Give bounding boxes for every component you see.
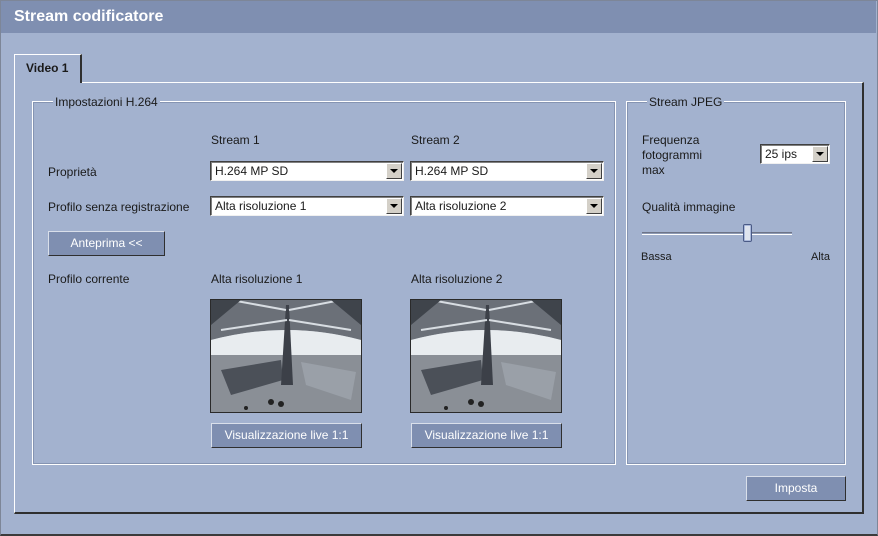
stream-1-profile-select[interactable]: Alta risoluzione 1 [210, 196, 404, 216]
quality-low-label: Bassa [641, 251, 672, 263]
chevron-down-icon[interactable] [386, 163, 402, 179]
tab-video-1[interactable]: Video 1 [14, 54, 82, 83]
stream-2-current-profile: Alta risoluzione 2 [411, 272, 503, 286]
stream-2-property-select[interactable]: H.264 MP SD [410, 161, 604, 181]
stream-2-live-view-button[interactable]: Visualizzazione live 1:1 [411, 423, 562, 448]
quality-high-label: Alta [811, 251, 830, 263]
frame-rate-label: Frequenza fotogrammi max [642, 133, 703, 177]
chevron-down-icon[interactable] [586, 163, 602, 179]
chevron-down-icon[interactable] [586, 198, 602, 214]
stream-2-profile-select[interactable]: Alta risoluzione 2 [410, 196, 604, 216]
stream-1-profile-value: Alta risoluzione 1 [215, 199, 307, 213]
preview-button[interactable]: Anteprima << [48, 231, 165, 256]
frame-rate-value: 25 ips [765, 147, 798, 161]
chevron-down-icon[interactable] [812, 146, 828, 162]
image-quality-slider-track[interactable] [642, 232, 792, 235]
page-title: Stream codificatore [1, 1, 876, 33]
stream-1-property-select[interactable]: H.264 MP SD [210, 161, 404, 181]
stream-1-live-view-button[interactable]: Visualizzazione live 1:1 [211, 423, 362, 448]
stream-1-header: Stream 1 [211, 133, 260, 147]
jpeg-stream-legend: Stream JPEG [647, 95, 725, 109]
set-button[interactable]: Imposta [746, 476, 846, 501]
stream-2-profile-value: Alta risoluzione 2 [415, 199, 507, 213]
stream-1-current-profile: Alta risoluzione 1 [211, 272, 303, 286]
stream-2-property-value: H.264 MP SD [415, 164, 489, 178]
stream-1-preview-image [210, 299, 362, 413]
h264-settings-legend: Impostazioni H.264 [53, 95, 160, 109]
image-quality-slider-handle[interactable] [742, 224, 752, 242]
frame-rate-select[interactable]: 25 ips [760, 144, 830, 164]
stream-2-preview-image [410, 299, 562, 413]
profile-label: Profilo senza registrazione [48, 200, 190, 214]
stream-1-property-value: H.264 MP SD [215, 164, 289, 178]
properties-label: Proprietà [48, 165, 97, 179]
image-quality-label: Qualità immagine [642, 200, 736, 214]
current-profile-label: Profilo corrente [48, 272, 130, 286]
chevron-down-icon[interactable] [386, 198, 402, 214]
stream-2-header: Stream 2 [411, 133, 460, 147]
